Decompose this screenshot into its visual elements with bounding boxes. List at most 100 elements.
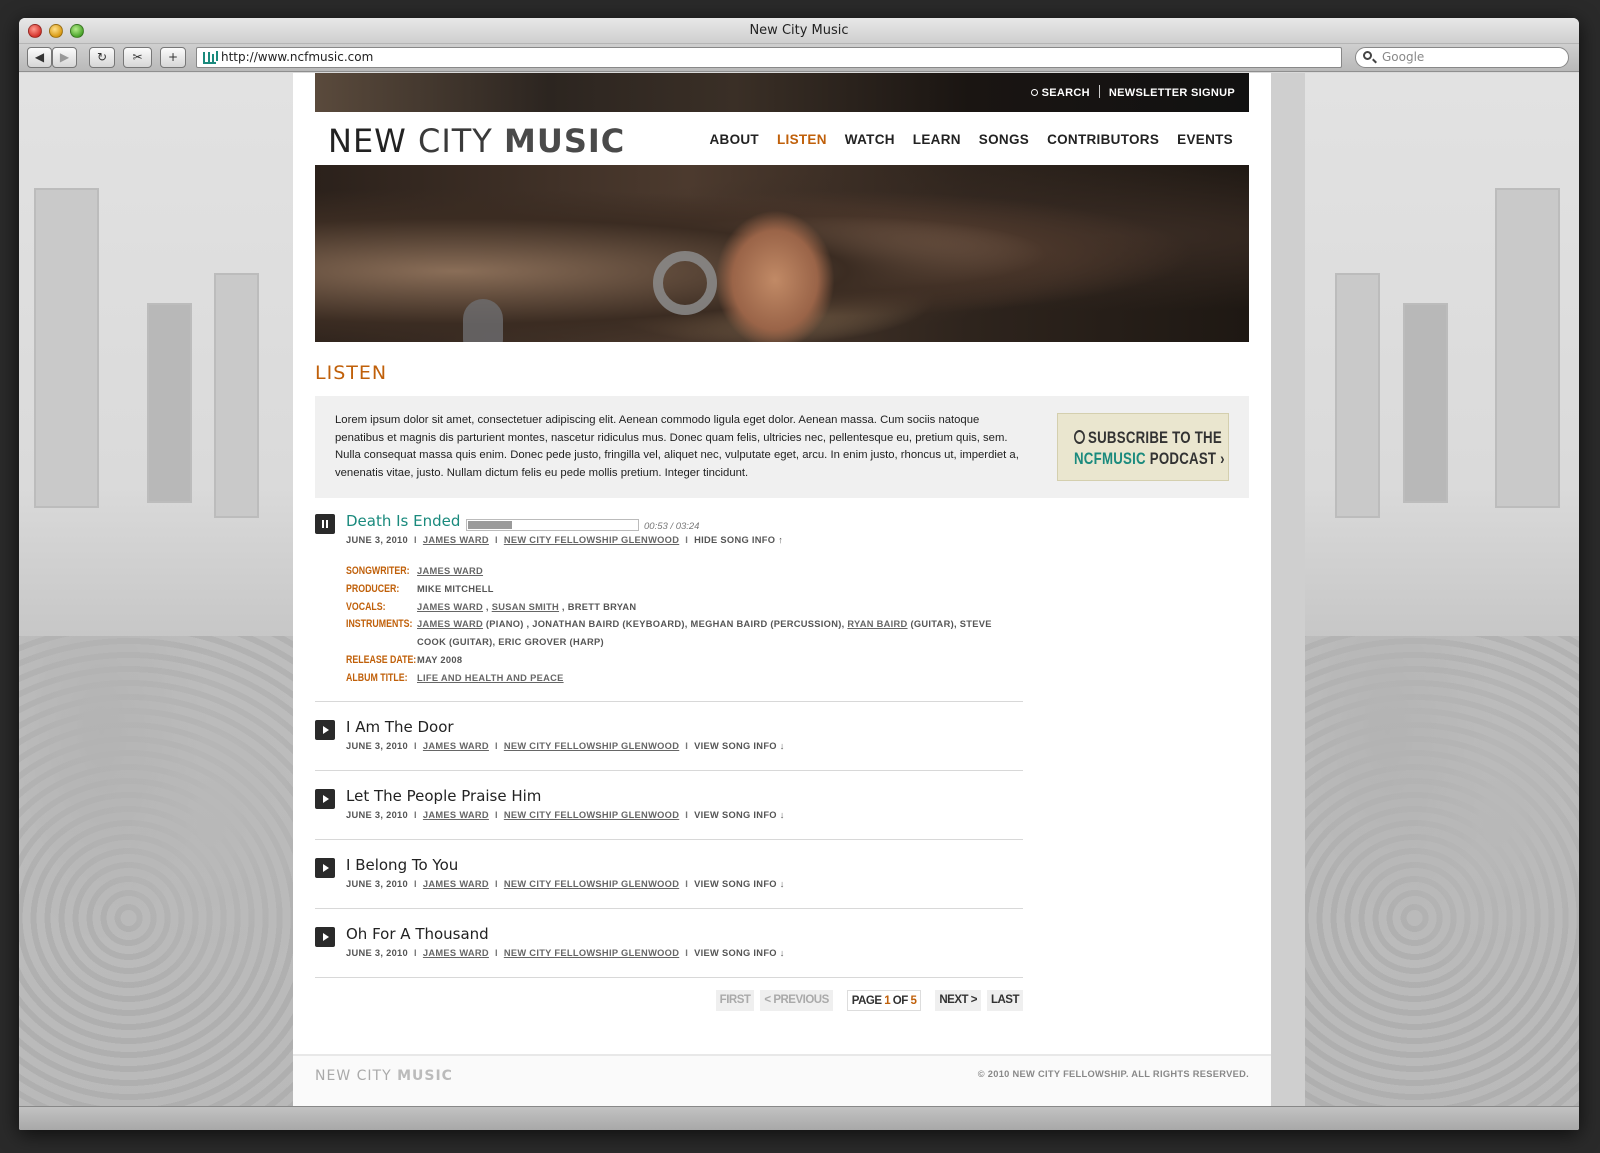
song-meta: JUNE 3, 2010 I JAMES WARD I NEW CITY FELLOWS… <box>346 741 785 751</box>
pager-last[interactable]: LAST <box>986 990 1023 1011</box>
song-list: Death Is Ended 00:53 / 03:24 JUNE 3, 201… <box>315 512 1023 978</box>
snippet-button[interactable]: ✂ <box>123 47 152 68</box>
pagination: FIRST < PREVIOUS PAGE 1 OF 5 NEXT > LAST <box>315 990 1023 1011</box>
page-viewport[interactable]: SEARCH NEWSLETTER SIGNUP NEW CITY MUSIC A… <box>19 73 1579 1106</box>
arrow-down-icon: ↓ <box>779 948 785 958</box>
nav-learn[interactable]: LEARN <box>913 132 961 147</box>
play-button[interactable] <box>315 858 335 878</box>
instrumentalist-link[interactable]: RYAN BAIRD <box>847 619 907 629</box>
newsletter-signup-link[interactable]: NEWSLETTER SIGNUP <box>1109 87 1235 99</box>
vocals-label: VOCALS: <box>346 600 386 613</box>
reload-button[interactable]: ↻ <box>89 47 115 68</box>
vocalist-link[interactable]: SUSAN SMITH <box>492 602 559 612</box>
page-title: LISTEN <box>315 362 388 384</box>
podcast-brand: NCFMUSIC <box>1074 449 1146 468</box>
song-date: JUNE 3, 2010 <box>346 810 409 820</box>
pager-next[interactable]: NEXT > <box>935 990 981 1011</box>
intro-box: Lorem ipsum dolor sit amet, consectetuer… <box>315 396 1249 498</box>
church-link[interactable]: NEW CITY FELLOWSHIP GLENWOOD <box>504 535 679 545</box>
nav-about[interactable]: ABOUT <box>709 132 759 147</box>
address-bar[interactable]: http://www.ncfmusic.com <box>196 47 1342 68</box>
plus-icon: + <box>167 50 179 64</box>
artist-link[interactable]: JAMES WARD <box>423 948 489 958</box>
song-item-now-playing: Death Is Ended 00:53 / 03:24 JUNE 3, 201… <box>315 512 1023 702</box>
nav-listen[interactable]: LISTEN <box>777 132 827 168</box>
nav-watch[interactable]: WATCH <box>845 132 895 147</box>
song-item: Let The People Praise Him JUNE 3, 2010 I J… <box>315 771 1023 840</box>
pager-previous[interactable]: < PREVIOUS <box>760 990 833 1011</box>
playback-time: 00:53 / 03:24 <box>644 521 700 532</box>
album-title-label: ALBUM TITLE: <box>346 671 408 684</box>
pager-first[interactable]: FIRST <box>715 990 755 1011</box>
song-item: Oh For A Thousand JUNE 3, 2010 I JAMES WAR… <box>315 909 1023 978</box>
arrow-up-icon: ↑ <box>778 535 784 545</box>
podcast-icon <box>1074 430 1085 444</box>
add-bookmark-button[interactable]: + <box>160 47 186 68</box>
song-title[interactable]: Let The People Praise Him <box>346 787 1023 805</box>
footer-logo[interactable]: NEW CITY MUSIC <box>315 1068 453 1084</box>
artist-link[interactable]: JAMES WARD <box>423 879 489 889</box>
song-title[interactable]: I Belong To You <box>346 856 1023 874</box>
instruments-label: INSTRUMENTS: <box>346 618 413 631</box>
church-link[interactable]: NEW CITY FELLOWSHIP GLENWOOD <box>504 879 679 889</box>
album-link[interactable]: LIFE AND HEALTH AND PEACE <box>417 673 564 683</box>
church-link[interactable]: NEW CITY FELLOWSHIP GLENWOOD <box>504 741 679 751</box>
songwriter-link[interactable]: JAMES WARD <box>417 566 483 576</box>
view-song-info-toggle[interactable]: VIEW SONG INFO ↓ <box>694 741 785 751</box>
scissors-icon: ✂ <box>132 50 143 64</box>
arrow-down-icon: ↓ <box>779 810 785 820</box>
title-bar: New City Music <box>19 18 1579 44</box>
play-button[interactable] <box>315 789 335 809</box>
reload-icon: ↻ <box>96 50 108 64</box>
back-icon: ◀ <box>34 50 45 64</box>
status-bar <box>19 1106 1579 1130</box>
window-title: New City Music <box>749 23 849 38</box>
song-date: JUNE 3, 2010 <box>346 535 409 545</box>
view-song-info-toggle[interactable]: VIEW SONG INFO ↓ <box>694 879 785 889</box>
site-header: NEW CITY MUSIC ABOUT LISTEN WATCH LEARN … <box>315 112 1249 168</box>
artist-link[interactable]: JAMES WARD <box>423 741 489 751</box>
artist-link[interactable]: JAMES WARD <box>423 535 489 545</box>
nav-songs[interactable]: SONGS <box>979 132 1029 147</box>
url-text: http://www.ncfmusic.com <box>221 50 374 64</box>
main-nav: ABOUT LISTEN WATCH LEARN SONGS CONTRIBUT… <box>709 132 1233 168</box>
forward-button[interactable]: ▶ <box>52 47 77 68</box>
back-button[interactable]: ◀ <box>27 47 52 68</box>
song-date: JUNE 3, 2010 <box>346 741 409 751</box>
background-photo-left <box>19 73 293 1106</box>
browser-search-input[interactable]: Google <box>1355 47 1569 68</box>
site-favicon-icon <box>203 52 216 64</box>
vocalist-link[interactable]: JAMES WARD <box>417 602 483 612</box>
podcast-line-1: SUBSCRIBE TO THE <box>1088 428 1222 447</box>
song-title[interactable]: Oh For A Thousand <box>346 925 1023 943</box>
logo-part-2: CITY <box>417 122 505 160</box>
church-link[interactable]: NEW CITY FELLOWSHIP GLENWOOD <box>504 810 679 820</box>
pager-total: 5 <box>910 995 917 1007</box>
view-song-info-label: VIEW SONG INFO <box>694 810 777 820</box>
pause-button[interactable] <box>315 514 335 534</box>
page-content: SEARCH NEWSLETTER SIGNUP NEW CITY MUSIC A… <box>293 73 1271 1106</box>
headphones-image <box>653 251 717 315</box>
site-logo[interactable]: NEW CITY MUSIC <box>328 122 625 160</box>
intro-text: Lorem ipsum dolor sit amet, consectetuer… <box>335 414 1019 480</box>
hide-song-info-toggle[interactable]: HIDE SONG INFO ↑ <box>694 535 783 545</box>
church-link[interactable]: NEW CITY FELLOWSHIP GLENWOOD <box>504 948 679 958</box>
nav-events[interactable]: EVENTS <box>1177 132 1233 147</box>
arrow-down-icon: ↓ <box>779 741 785 751</box>
play-button[interactable] <box>315 927 335 947</box>
playback-progress-bar[interactable] <box>466 519 639 531</box>
song-title[interactable]: I Am The Door <box>346 718 1023 736</box>
instrumentalist-link[interactable]: JAMES WARD <box>417 619 483 629</box>
nav-contributors[interactable]: CONTRIBUTORS <box>1047 132 1159 147</box>
forward-icon: ▶ <box>59 50 70 64</box>
view-song-info-toggle[interactable]: VIEW SONG INFO ↓ <box>694 948 785 958</box>
view-song-info-toggle[interactable]: VIEW SONG INFO ↓ <box>694 810 785 820</box>
vocalist-name: BRETT BRYAN <box>567 601 637 612</box>
arrow-down-icon: ↓ <box>779 879 785 889</box>
artist-link[interactable]: JAMES WARD <box>423 810 489 820</box>
song-item: I Belong To You JUNE 3, 2010 I JAMES WARD I… <box>315 840 1023 909</box>
song-meta: JUNE 3, 2010 I JAMES WARD I NEW CITY FELLOWS… <box>346 948 785 958</box>
play-button[interactable] <box>315 720 335 740</box>
site-search-link[interactable]: SEARCH <box>1030 87 1090 99</box>
podcast-subscribe-button[interactable]: SUBSCRIBE TO THE NCFMUSIC PODCAST › <box>1057 413 1229 481</box>
